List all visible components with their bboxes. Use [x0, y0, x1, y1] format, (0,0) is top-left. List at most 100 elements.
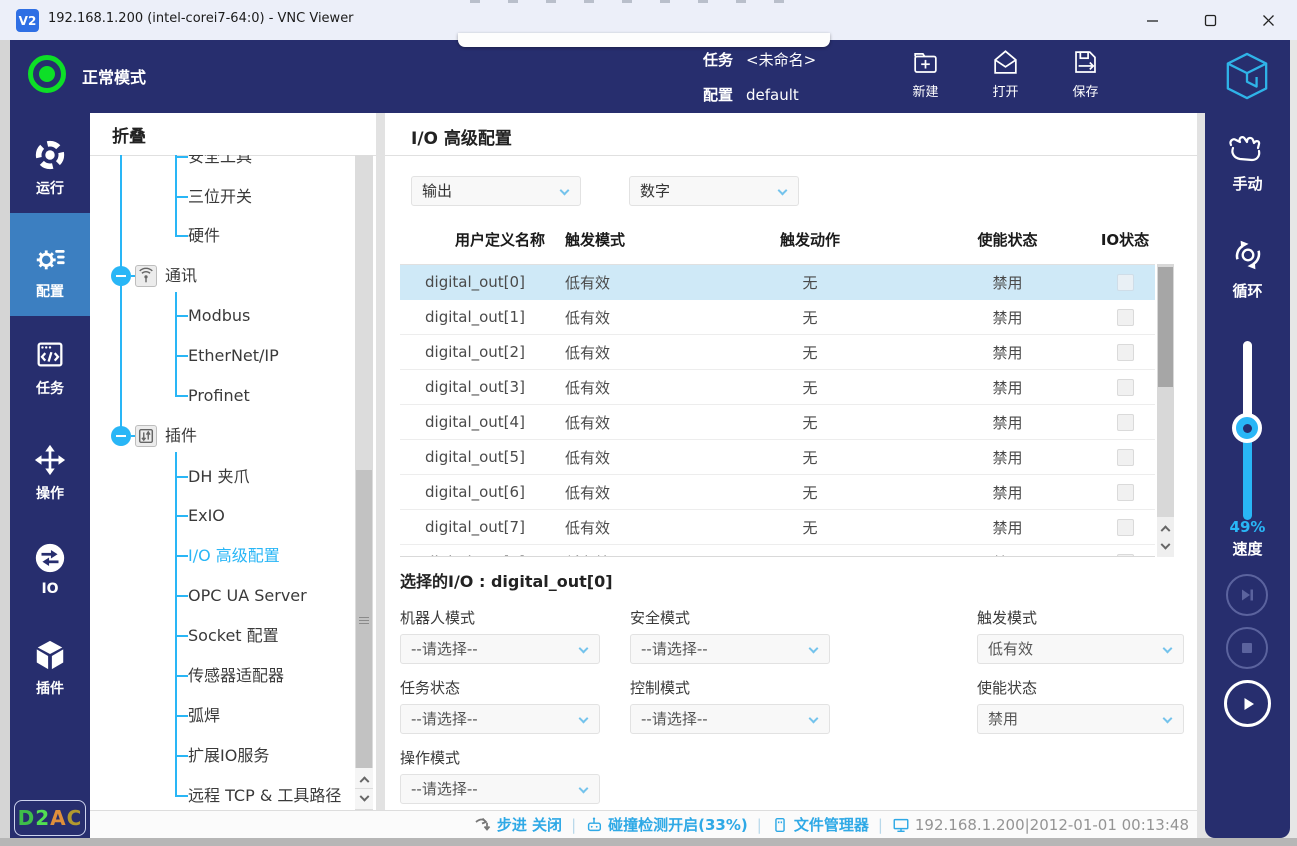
- step-toggle[interactable]: 步进 关闭: [474, 814, 562, 835]
- tree-item-arc-welding[interactable]: 弧焊: [188, 704, 220, 728]
- file-manager-button[interactable]: 文件管理器: [771, 814, 869, 835]
- form-select-robot-mode[interactable]: --请选择--: [400, 634, 600, 664]
- minimize-button[interactable]: [1123, 0, 1181, 40]
- speed-slider-thumb[interactable]: [1232, 413, 1262, 443]
- tree-item-profinet[interactable]: Profinet: [188, 384, 250, 408]
- table-row[interactable]: digital_out[5]低有效无禁用: [400, 440, 1155, 475]
- table-row[interactable]: digital_out[8]低有效无禁用: [400, 545, 1155, 557]
- tree-item-communication[interactable]: 通讯: [165, 264, 197, 288]
- tree-item-sensor-adapter[interactable]: 传感器适配器: [188, 664, 284, 688]
- tree-scroll-up-button[interactable]: [355, 768, 373, 788]
- tree-item-hardware[interactable]: 硬件: [188, 224, 220, 248]
- io-state-checkbox[interactable]: [1117, 554, 1134, 558]
- io-state-checkbox[interactable]: [1117, 414, 1134, 431]
- save-button[interactable]: 保存: [1054, 47, 1117, 107]
- table-row[interactable]: digital_out[2]低有效无禁用: [400, 335, 1155, 370]
- tree-item-opc-ua-server[interactable]: OPC UA Server: [188, 584, 307, 608]
- tree-collapse-toggle-communication[interactable]: [111, 266, 131, 286]
- form-label-trigger-mode: 触发模式: [977, 607, 1184, 628]
- stop-icon: [1237, 638, 1257, 658]
- io-state-checkbox[interactable]: [1117, 484, 1134, 501]
- tree-item-dh-gripper[interactable]: DH 夹爪: [188, 465, 249, 489]
- form-select-safety-mode[interactable]: --请选择--: [630, 634, 830, 664]
- table-scroll-down-button[interactable]: [1157, 537, 1174, 557]
- sidebar-item-label: 插件: [36, 678, 64, 698]
- tree-scrollbar[interactable]: [355, 155, 373, 810]
- cycle-mode-button[interactable]: 循环: [1205, 236, 1290, 301]
- app-root: V2 192.168.1.200 (intel-corei7-64:0) - V…: [0, 0, 1297, 846]
- cell-name: digital_out[5]: [400, 448, 565, 466]
- io-state-checkbox[interactable]: [1117, 379, 1134, 396]
- new-task-button[interactable]: 新建: [894, 47, 957, 107]
- io-state-checkbox[interactable]: [1117, 519, 1134, 536]
- form-select-task-status[interactable]: --请选择--: [400, 704, 600, 734]
- sidebar-item-plugin[interactable]: 插件: [10, 638, 90, 698]
- form-field-trigger-mode: 触发模式低有效: [977, 607, 1184, 664]
- open-button[interactable]: 打开: [974, 47, 1037, 107]
- form-select-value: --请选择--: [411, 640, 478, 658]
- table-row[interactable]: digital_out[4]低有效无禁用: [400, 405, 1155, 440]
- tree-tick-line: [175, 355, 188, 357]
- tree-item-socket-config[interactable]: Socket 配置: [188, 624, 279, 648]
- tree-scrollbar-thumb[interactable]: [356, 470, 372, 770]
- sidebar-item-task[interactable]: 任务: [10, 338, 90, 398]
- sidebar-item-config[interactable]: 配置: [10, 241, 90, 301]
- collision-detection-toggle[interactable]: 碰撞检测开启(33%): [585, 814, 748, 835]
- manual-mode-button[interactable]: 手动: [1205, 131, 1290, 194]
- close-button[interactable]: [1239, 0, 1297, 40]
- cycle-icon: [1229, 236, 1267, 274]
- tree-item-extended-io-service[interactable]: 扩展IO服务: [188, 744, 269, 768]
- io-state-checkbox[interactable]: [1117, 274, 1134, 291]
- io-direction-select[interactable]: 输出: [411, 176, 581, 206]
- vnc-toolbar-peek[interactable]: [458, 33, 830, 47]
- manual-label: 手动: [1232, 173, 1262, 194]
- sidebar-item-label: 任务: [36, 378, 64, 398]
- table-row[interactable]: digital_out[1]低有效无禁用: [400, 300, 1155, 335]
- tree-tick-line: [175, 755, 188, 757]
- tree-item-three-position-switch[interactable]: 三位开关: [188, 185, 252, 209]
- collapse-button[interactable]: 折叠: [112, 122, 146, 147]
- tree-item-ethernet-ip[interactable]: EtherNet/IP: [188, 344, 279, 368]
- table-row[interactable]: digital_out[3]低有效无禁用: [400, 370, 1155, 405]
- cell-trigger-mode: 低有效: [565, 307, 700, 328]
- form-select-operation-mode[interactable]: --请选择--: [400, 774, 600, 804]
- task-row: 任务 <未命名>: [703, 49, 816, 70]
- cell-enable-status: 禁用: [920, 447, 1095, 468]
- table-row[interactable]: digital_out[7]低有效无禁用: [400, 510, 1155, 545]
- tree-collapse-toggle-plugin[interactable]: [111, 426, 131, 446]
- sidebar-item-run[interactable]: 运行: [10, 138, 90, 198]
- sidebar-item-operation[interactable]: 操作: [10, 443, 90, 503]
- form-select-enable-status[interactable]: 禁用: [977, 704, 1184, 734]
- collision-robot-icon: [585, 816, 603, 834]
- table-row[interactable]: digital_out[6]低有效无禁用: [400, 475, 1155, 510]
- table-row[interactable]: digital_out[0]低有效无禁用: [400, 265, 1155, 300]
- new-task-icon: [910, 47, 941, 78]
- tree-item-remote-tcp-tool-path[interactable]: 远程 TCP & 工具路径: [188, 784, 341, 808]
- window-title: 192.168.1.200 (intel-corei7-64:0) - VNC …: [48, 11, 354, 26]
- io-type-select[interactable]: 数字: [629, 176, 799, 206]
- sidebar-item-io[interactable]: IO: [10, 541, 90, 597]
- table-scrollbar-thumb[interactable]: [1158, 267, 1173, 387]
- tree-branch-line: [175, 292, 177, 397]
- cell-enable-status: 禁用: [920, 412, 1095, 433]
- step-forward-button[interactable]: [1226, 574, 1268, 616]
- stop-button[interactable]: [1226, 627, 1268, 669]
- tree-item-safety-tools[interactable]: 安全工具: [188, 155, 252, 169]
- tree-item-io-advanced-config[interactable]: I/O 高级配置: [188, 544, 280, 568]
- cell-name: digital_out[7]: [400, 518, 565, 536]
- tree-item-plugin[interactable]: 插件: [165, 424, 197, 448]
- tree-scroll-down-button[interactable]: [355, 789, 373, 809]
- play-button[interactable]: [1224, 680, 1271, 727]
- io-state-checkbox[interactable]: [1117, 309, 1134, 326]
- io-state-checkbox[interactable]: [1117, 449, 1134, 466]
- form-select-trigger-mode[interactable]: 低有效: [977, 634, 1184, 664]
- form-select-control-mode[interactable]: --请选择--: [630, 704, 830, 734]
- tree-item-modbus[interactable]: Modbus: [188, 304, 250, 328]
- separator: |: [571, 816, 576, 834]
- config-label: 配置: [703, 84, 733, 105]
- table-scrollbar[interactable]: [1157, 264, 1174, 557]
- io-state-checkbox[interactable]: [1117, 344, 1134, 361]
- tree-item-exio[interactable]: ExIO: [188, 504, 225, 528]
- table-scroll-up-button[interactable]: [1157, 517, 1174, 537]
- maximize-button[interactable]: [1181, 0, 1239, 40]
